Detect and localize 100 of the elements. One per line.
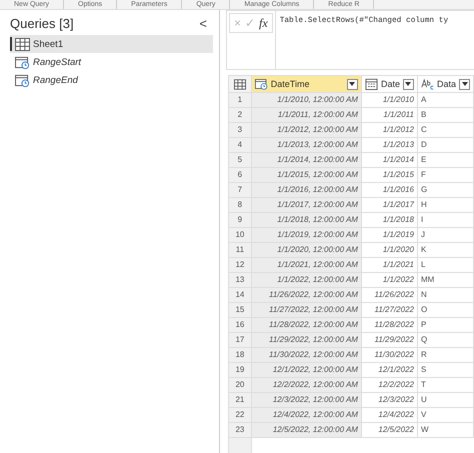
caret-icon xyxy=(462,82,468,86)
table-cell: 11/29/2022 xyxy=(361,332,418,348)
calendar-icon xyxy=(364,78,378,90)
dropdown-button[interactable] xyxy=(402,78,414,90)
row-number: 21 xyxy=(228,392,252,408)
calendar-clock-icon xyxy=(15,56,30,68)
table-cell: 1/1/2012, 12:00:00 AM xyxy=(251,122,362,138)
table-cell: 1/1/2021 xyxy=(361,258,418,272)
table-cell: R xyxy=(417,348,474,362)
table-cell: 1/1/2020, 12:00:00 AM xyxy=(251,242,362,258)
table-cell: 11/26/2022 xyxy=(361,288,418,302)
table-cell: 1/1/2011 xyxy=(361,108,418,122)
table-cell: K xyxy=(417,242,474,258)
table-cell: F xyxy=(417,168,474,182)
table-cell: 1/1/2022, 12:00:00 AM xyxy=(251,272,362,288)
table-cell: W xyxy=(417,422,474,438)
table-cell: J xyxy=(417,228,474,242)
table-cell: 11/28/2022, 12:00:00 AM xyxy=(251,318,362,332)
row-number: 13 xyxy=(228,272,252,288)
table-cell: 12/1/2022 xyxy=(361,362,418,378)
row-number: 14 xyxy=(228,288,252,302)
row-number: 12 xyxy=(228,258,252,272)
table-cell: 12/5/2022 xyxy=(361,422,418,438)
table-cell: 12/4/2022, 12:00:00 AM xyxy=(251,408,362,422)
row-number: 22 xyxy=(228,408,252,422)
row-number: 20 xyxy=(228,378,252,392)
row-number: 1 xyxy=(228,92,252,108)
table-cell: 11/29/2022, 12:00:00 AM xyxy=(251,332,362,348)
table-cell: 1/1/2017 xyxy=(361,198,418,212)
row-number: 16 xyxy=(228,318,252,332)
query-item[interactable]: RangeStart xyxy=(10,53,213,71)
dropdown-button[interactable] xyxy=(346,78,358,90)
table-cell: B xyxy=(417,108,474,122)
table-cell: 1/1/2015, 12:00:00 AM xyxy=(251,168,362,182)
table-cell: 1/1/2016, 12:00:00 AM xyxy=(251,182,362,198)
table-cell: 11/30/2022, 12:00:00 AM xyxy=(251,348,362,362)
table-cell: 1/1/2021, 12:00:00 AM xyxy=(251,258,362,272)
table-cell: 12/2/2022, 12:00:00 AM xyxy=(251,378,362,392)
table-cell: G xyxy=(417,182,474,198)
table-cell: N xyxy=(417,288,474,302)
table-cell: 12/4/2022 xyxy=(361,408,418,422)
dropdown-button[interactable] xyxy=(459,78,470,90)
calendar-clock-icon xyxy=(15,74,30,86)
row-number: 15 xyxy=(228,302,252,318)
table-cell: 11/26/2022, 12:00:00 AM xyxy=(251,288,362,302)
row-number: 23 xyxy=(228,422,252,438)
table-cell: P xyxy=(417,318,474,332)
caret-icon xyxy=(349,82,356,86)
fx-button[interactable]: fx xyxy=(259,15,268,31)
text-type-icon xyxy=(420,78,434,90)
row-number: 6 xyxy=(228,168,252,182)
table-cell: D xyxy=(417,138,474,152)
table-cell: 11/27/2022 xyxy=(361,302,418,318)
row-number: 11 xyxy=(228,242,252,258)
table-cell: 1/1/2013 xyxy=(361,138,418,152)
row-number: 10 xyxy=(228,228,252,242)
table-cell: 11/28/2022 xyxy=(361,318,418,332)
table-icon xyxy=(234,78,246,90)
table-cell: 12/1/2022, 12:00:00 AM xyxy=(251,362,362,378)
table-cell: 1/1/2013, 12:00:00 AM xyxy=(251,138,362,152)
column-header[interactable]: Date xyxy=(361,76,418,92)
table-cell: 1/1/2010 xyxy=(361,92,418,108)
table-cell: MM xyxy=(417,272,474,288)
row-number: 2 xyxy=(228,108,252,122)
table-cell: 1/1/2011, 12:00:00 AM xyxy=(251,108,362,122)
table-cell: 1/1/2020 xyxy=(361,242,418,258)
table-cell: Q xyxy=(417,332,474,348)
column-header[interactable]: DateTime xyxy=(251,76,362,92)
table-cell: 11/30/2022 xyxy=(361,348,418,362)
select-all-button[interactable] xyxy=(228,76,252,92)
row-number: 19 xyxy=(228,362,252,378)
table-cell: H xyxy=(417,198,474,212)
datetime-type-icon xyxy=(254,78,268,90)
table-cell: U xyxy=(417,392,474,408)
table-cell: 1/1/2018 xyxy=(361,212,418,228)
table-cell: 1/1/2019, 12:00:00 AM xyxy=(251,228,362,242)
column-header[interactable]: Data xyxy=(417,76,474,92)
table-icon xyxy=(15,38,30,50)
row-number: 8 xyxy=(228,198,252,212)
table-cell: C xyxy=(417,122,474,138)
table-cell: 1/1/2015 xyxy=(361,168,418,182)
queries-title: Queries [3] xyxy=(10,16,74,31)
row-number: 5 xyxy=(228,152,252,168)
table-cell: 1/1/2014 xyxy=(361,152,418,168)
caret-icon xyxy=(405,82,412,86)
table-cell: 1/1/2018, 12:00:00 AM xyxy=(251,212,362,228)
table-cell: 1/1/2022 xyxy=(361,272,418,288)
table-cell: 11/27/2022, 12:00:00 AM xyxy=(251,302,362,318)
query-item[interactable]: Sheet1 xyxy=(10,35,213,53)
table-cell: 1/1/2019 xyxy=(361,228,418,242)
table-cell: A xyxy=(417,92,474,108)
table-cell: 1/1/2017, 12:00:00 AM xyxy=(251,198,362,212)
query-item[interactable]: RangeEnd xyxy=(10,71,213,89)
table-cell: 12/2/2022 xyxy=(361,378,418,392)
table-cell: L xyxy=(417,258,474,272)
table-cell: I xyxy=(417,212,474,228)
table-cell: 1/1/2016 xyxy=(361,182,418,198)
table-cell: 12/3/2022 xyxy=(361,392,418,408)
collapse-button[interactable]: < xyxy=(195,16,211,31)
row-number: 9 xyxy=(228,212,252,228)
